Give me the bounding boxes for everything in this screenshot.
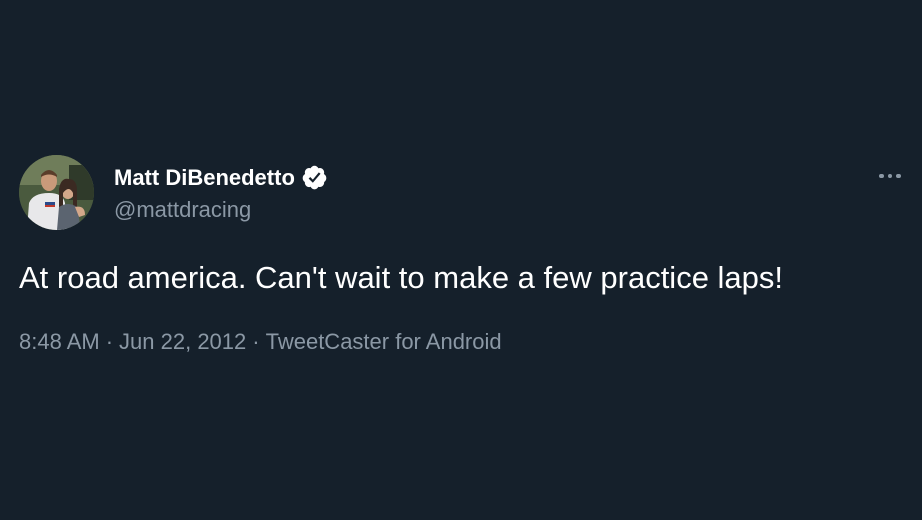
more-options-icon [887,173,893,179]
more-options-icon [879,173,884,179]
author-name-row[interactable]: Matt DiBenedetto [114,164,328,191]
tweet-source[interactable]: TweetCaster for Android [266,329,502,354]
verified-badge-icon [301,164,328,191]
tweet-date[interactable]: Jun 22, 2012 [119,329,246,354]
tweet-metadata: 8:48 AM · Jun 22, 2012 · TweetCaster for And… [19,329,502,355]
tweet-card: Matt DiBenedetto @mattdracing At road am… [0,0,922,520]
meta-separator: · [105,329,114,354]
more-options-icon [896,173,901,179]
tweet-time[interactable]: 8:48 AM [19,329,100,354]
tweet-text: At road america. Can't wait to make a fe… [19,260,784,295]
author-handle[interactable]: @mattdracing [114,197,251,223]
author-display-name[interactable]: Matt DiBenedetto [114,165,295,191]
meta-separator: · [252,329,260,354]
profile-photo-icon [19,155,94,230]
more-options-button[interactable] [872,162,908,190]
avatar[interactable] [19,155,94,230]
